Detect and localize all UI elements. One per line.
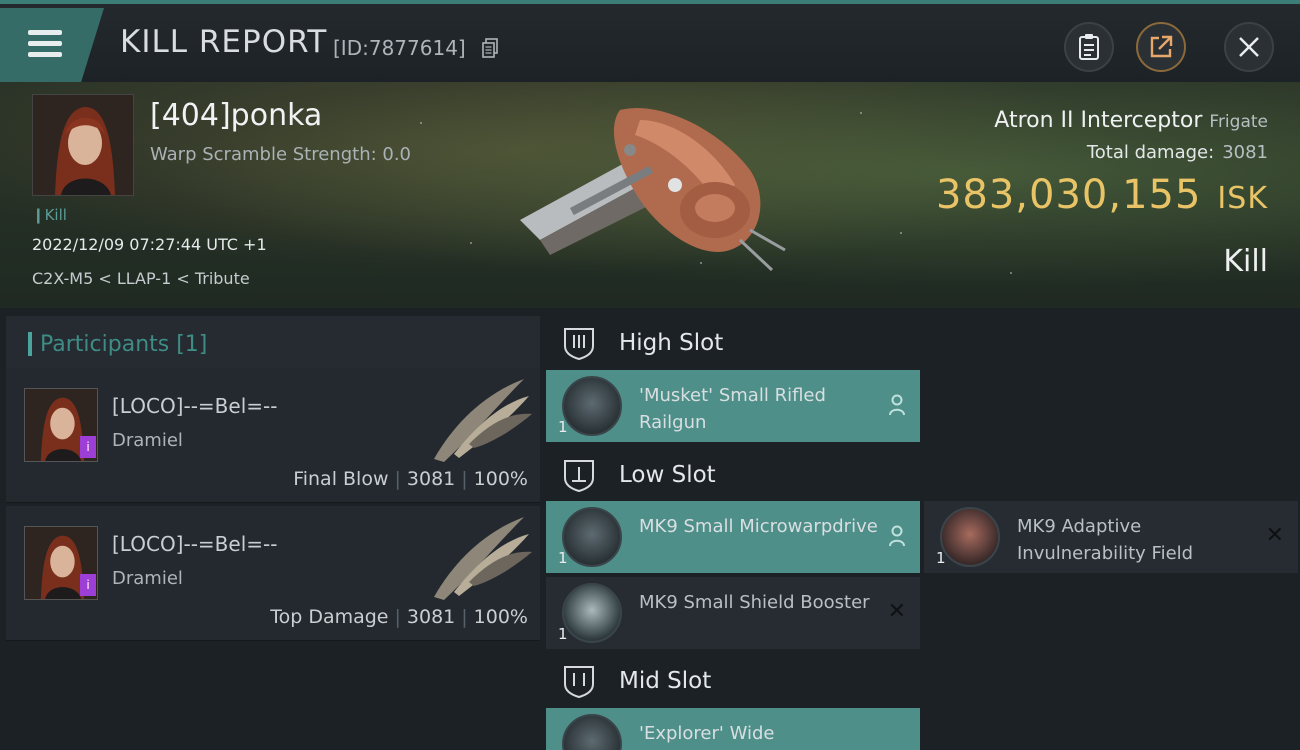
participant-ship-icon[interactable] (424, 512, 534, 602)
warp-scramble: Warp Scramble Strength: 0.0 (150, 144, 412, 165)
microwarpdrive-icon (562, 507, 622, 567)
destroyed-x-icon: ✕ (1265, 523, 1284, 548)
participant-name[interactable]: [LOCO]--=Bel=-- (112, 394, 277, 418)
participant-row[interactable]: i [LOCO]--=Bel=-- Dramiel Top Damage | 308… (6, 506, 540, 641)
high-slot-label: High Slot (619, 330, 724, 356)
report-id: [ID:7877614] (333, 36, 466, 60)
victim-name[interactable]: [404]ponka (150, 98, 322, 133)
participants-title: Participants [1] (40, 332, 208, 357)
clipboard-button[interactable] (1064, 22, 1114, 72)
fitting-item[interactable]: 1 MK9 Small Microwarpdrive (546, 501, 920, 573)
kill-tag: ❙Kill (32, 206, 67, 224)
kill-tag-label: Kill (44, 206, 67, 224)
kill-location[interactable]: C2X-M5 < LLAP-1 < Tribute (32, 269, 250, 288)
mid-slot-header: Mid Slot (546, 652, 1300, 708)
shield-booster-icon (562, 583, 622, 643)
victim-portrait[interactable] (32, 94, 134, 196)
fitting-item[interactable]: 'Explorer' Wide (546, 708, 920, 750)
header-accent (28, 332, 32, 356)
participant-role: Top Damage (270, 606, 389, 628)
victim-ship-name[interactable]: Atron II Interceptor Frigate (994, 108, 1268, 133)
participant-percent: 100% (473, 606, 528, 628)
low-slot-label: Low Slot (619, 462, 716, 488)
clipboard-icon (1079, 34, 1099, 60)
ship-name-text: Atron II Interceptor (994, 108, 1203, 133)
fitting-panel: High Slot 1 'Musket' Small Rifled Railgu… (540, 308, 1300, 750)
isk-value: 383,030,155 ISK (936, 172, 1268, 218)
participant-ship-icon[interactable] (424, 374, 534, 464)
isk-unit: ISK (1217, 181, 1268, 216)
participants-panel: Participants [1] i [LOCO]--=Bel=-- Drami… (0, 308, 540, 750)
fitting-item[interactable]: 1 MK9 Small Shield Booster ✕ (546, 577, 920, 649)
menu-icon-bar (28, 41, 62, 46)
corp-badge-icon: i (80, 436, 96, 458)
item-quantity: 1 (936, 549, 946, 567)
total-damage: Total damage: 3081 (1087, 142, 1268, 163)
menu-icon-bar (28, 52, 62, 57)
fitting-item[interactable]: 1 MK9 Adaptive Invulnerability Field ✕ (924, 501, 1298, 573)
close-button[interactable] (1224, 22, 1274, 72)
kill-datetime: 2022/12/09 07:27:44 UTC +1 (32, 235, 267, 254)
participant-stats: Final Blow | 3081 | 100% (293, 468, 528, 490)
close-icon (1239, 37, 1259, 57)
item-name: MK9 Adaptive Invulnerability Field (1017, 516, 1194, 564)
menu-button[interactable] (0, 8, 104, 82)
scanner-icon (562, 714, 622, 750)
menu-icon (28, 30, 62, 35)
participant-row[interactable]: i [LOCO]--=Bel=-- Dramiel Final Blow | 308… (6, 368, 540, 503)
ship-class: Frigate (1209, 112, 1268, 132)
result-label: Kill (1223, 244, 1268, 279)
isk-amount: 383,030,155 (935, 172, 1202, 218)
low-slot-header: Low Slot (546, 446, 1300, 502)
total-damage-value: 3081 (1222, 142, 1268, 163)
destroyed-x-icon: ✕ (887, 599, 906, 624)
item-name: 'Explorer' Wide (639, 723, 775, 744)
item-name: 'Musket' Small Rifled Railgun (639, 385, 826, 433)
participant-role: Final Blow (293, 468, 389, 490)
slot-shield-icon (564, 328, 594, 360)
participant-damage: 3081 (406, 606, 456, 628)
item-name: MK9 Small Shield Booster (639, 592, 870, 613)
slot-shield-icon (564, 666, 594, 698)
corp-badge-icon: i (80, 574, 96, 596)
item-quantity: 1 (558, 549, 568, 567)
fitting-item[interactable]: 1 'Musket' Small Rifled Railgun (546, 370, 920, 442)
participant-name[interactable]: [LOCO]--=Bel=-- (112, 532, 277, 556)
participant-percent: 100% (473, 468, 528, 490)
participants-header[interactable]: Participants [1] (6, 316, 540, 370)
person-icon (889, 525, 905, 547)
share-button[interactable] (1136, 22, 1186, 72)
high-slot-header: High Slot (546, 314, 1300, 370)
person-icon (889, 394, 905, 416)
participant-stats: Top Damage | 3081 | 100% (270, 606, 528, 628)
top-bar: KILL REPORT [ID:7877614] (0, 0, 1300, 82)
page-title: KILL REPORT (120, 24, 328, 60)
participant-ship: Dramiel (112, 568, 183, 589)
invulnerability-field-icon (940, 507, 1000, 567)
item-name: MK9 Small Microwarpdrive (639, 516, 878, 537)
mid-slot-label: Mid Slot (619, 668, 712, 694)
participant-damage: 3081 (406, 468, 456, 490)
victim-banner: [404]ponka Warp Scramble Strength: 0.0 ❙… (0, 82, 1300, 308)
share-icon (1150, 35, 1173, 58)
victim-ship-image[interactable] (510, 90, 790, 290)
railgun-icon (562, 376, 622, 436)
participant-ship: Dramiel (112, 430, 183, 451)
item-quantity: 1 (558, 418, 568, 436)
item-quantity: 1 (558, 625, 568, 643)
copy-icon[interactable] (482, 38, 498, 58)
slot-shield-icon (564, 460, 594, 492)
total-damage-label: Total damage: (1086, 142, 1215, 163)
